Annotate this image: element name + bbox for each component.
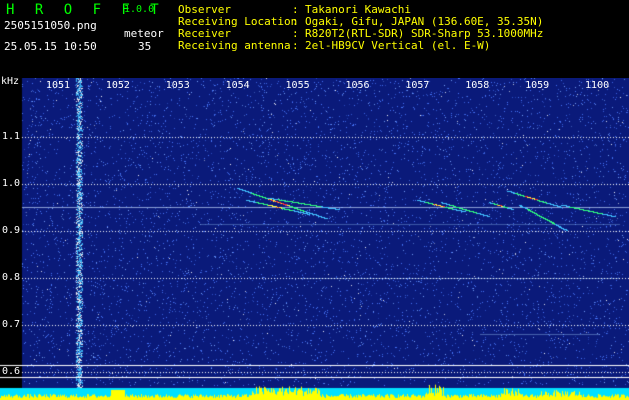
- x-tick-label: 1053: [165, 80, 190, 91]
- x-tick-label: 1055: [285, 80, 310, 91]
- x-tick-label: 1054: [225, 80, 250, 91]
- y-axis-unit: kHz: [1, 76, 20, 87]
- x-tick-label: 1057: [405, 80, 430, 91]
- y-tick-label: 0.6: [2, 365, 21, 377]
- y-tick-label: 1.1: [2, 130, 21, 142]
- capture-timestamp: 25.05.15 10:50: [4, 40, 97, 53]
- x-tick-label: 1056: [345, 80, 370, 91]
- meteor-count-value: 35: [138, 40, 152, 53]
- header-panel: H R O F F T 1.0.0 2505151050.png 25.05.1…: [0, 0, 629, 78]
- x-tick-label: 1051: [45, 80, 71, 91]
- image-filename: 2505151050.png: [4, 19, 97, 32]
- meteor-count-label: meteor: [124, 27, 164, 40]
- info-antenna-sep: :: [292, 39, 299, 52]
- info-antenna-value: 2el-HB9CV Vertical (el. E-W): [305, 39, 491, 52]
- app-version: 1.0.0: [124, 4, 155, 15]
- x-tick-label: 1058: [465, 80, 490, 91]
- x-tick-label: 1100: [585, 80, 610, 91]
- y-tick-label: 0.7: [2, 318, 21, 330]
- x-tick-label: 1059: [525, 80, 550, 91]
- y-tick-label: 0.9: [2, 224, 21, 236]
- spectrogram-canvas[interactable]: [0, 78, 629, 400]
- info-antenna-label: Receiving antenna: [178, 39, 291, 52]
- y-tick-label: 1.0: [2, 177, 21, 189]
- y-tick-label: 0.8: [2, 271, 21, 283]
- x-tick-label: 1052: [105, 80, 130, 91]
